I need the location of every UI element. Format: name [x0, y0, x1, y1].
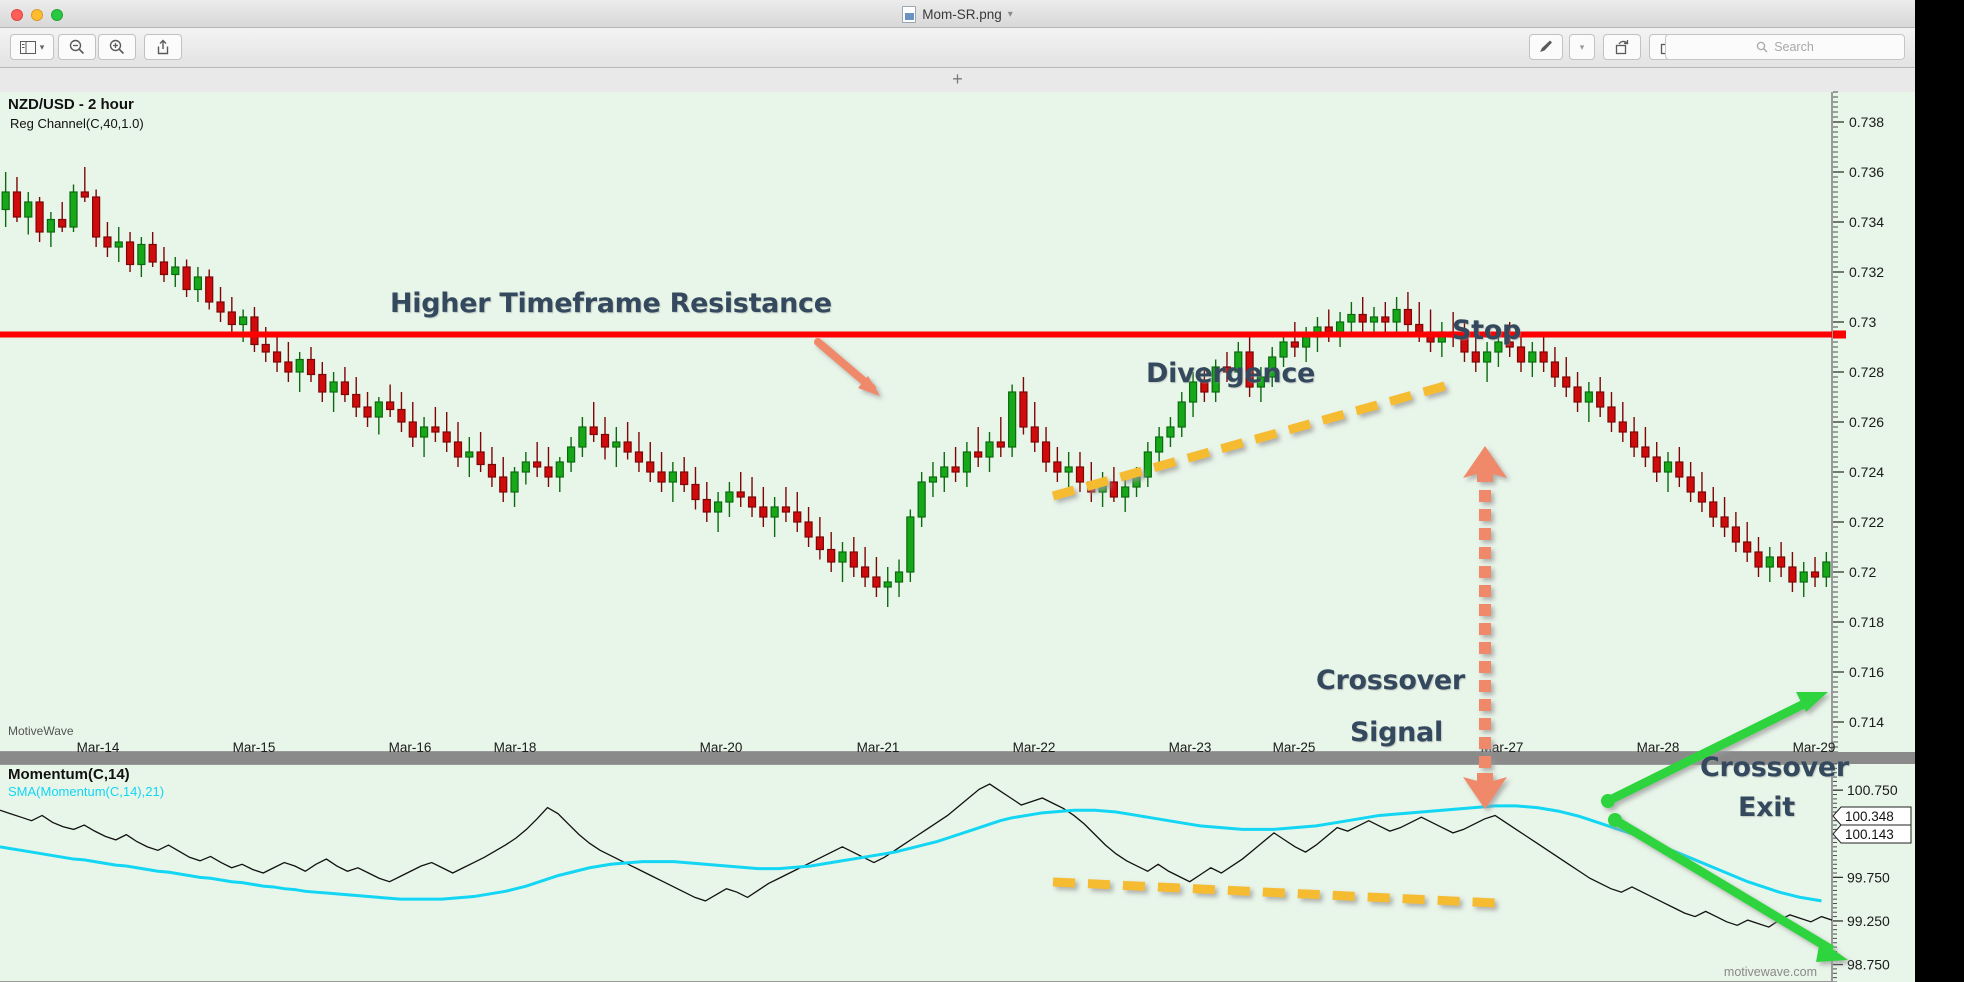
- chevron-down-icon[interactable]: ▾: [40, 42, 45, 53]
- date-tick-label: Mar-28: [1636, 740, 1680, 755]
- svg-text:0.738: 0.738: [1849, 114, 1884, 130]
- markup-menu-button[interactable]: ▾: [1569, 34, 1595, 60]
- date-tick-label: Mar-20: [699, 740, 743, 755]
- window-titlebar: Mom-SR.png ▾: [0, 0, 1915, 28]
- svg-text:0.724: 0.724: [1849, 464, 1884, 480]
- chevron-down-icon[interactable]: ▾: [1580, 42, 1585, 53]
- svg-text:0.716: 0.716: [1849, 664, 1884, 680]
- share-button[interactable]: [144, 34, 182, 60]
- price-chart-svg: [0, 167, 1832, 607]
- svg-text:0.718: 0.718: [1849, 614, 1884, 630]
- svg-text:98.750: 98.750: [1847, 957, 1890, 973]
- svg-text:100.143: 100.143: [1845, 827, 1894, 842]
- annotation-crossover-signal-line1: Crossover: [1316, 665, 1465, 696]
- annotation-higher-timeframe-resistance: Higher Timeframe Resistance: [390, 288, 832, 319]
- svg-text:99.250: 99.250: [1847, 913, 1890, 929]
- momentum-chart-svg: [0, 783, 1833, 928]
- svg-text:100.348: 100.348: [1845, 809, 1894, 824]
- date-tick-label: Mar-18: [493, 740, 537, 755]
- chevron-down-icon[interactable]: ▾: [1008, 9, 1013, 20]
- svg-text:0.734: 0.734: [1849, 214, 1884, 230]
- document-icon: [902, 5, 917, 23]
- add-tab-button[interactable]: +: [0, 68, 1915, 90]
- momentum-panel: Momentum(C,14) SMA(Momentum(C,14),21) mo…: [0, 763, 1915, 982]
- preview-toolbar: ▾ ▾ Search: [0, 28, 1915, 68]
- pen-icon: [1540, 40, 1552, 52]
- momentum-value-badge: 100.348: [1832, 806, 1912, 826]
- svg-text:0.736: 0.736: [1849, 164, 1884, 180]
- markup-button[interactable]: [1529, 34, 1563, 60]
- annotation-stop: Stop: [1452, 315, 1522, 346]
- price-axis-ticks: 0.738 0.736 0.734 0.732 0.73 0.728 0.726 0.724 0…: [1833, 91, 1884, 753]
- add-tab-label: +: [952, 68, 963, 89]
- svg-text:0.728: 0.728: [1849, 364, 1884, 380]
- momentum-value-badge: 100.143: [1832, 824, 1912, 844]
- share-icon: [157, 39, 169, 55]
- price-axis[interactable]: 0.738 0.736 0.734 0.732 0.73 0.728 0.726 0.724 0…: [1832, 91, 1915, 753]
- search-icon: [1756, 41, 1768, 53]
- annotation-crossover-signal-line2: Signal: [1350, 717, 1443, 748]
- date-tick-label: Mar-25: [1272, 740, 1316, 755]
- svg-text:0.73: 0.73: [1849, 314, 1876, 330]
- rotate-icon: [1615, 40, 1629, 55]
- preview-window: Mom-SR.png ▾ ▾ ▾ Search + NZD/USD - 2 ho…: [0, 0, 1915, 982]
- date-tick-label: Mar-15: [232, 740, 276, 755]
- date-axis-labels: Mar-14 Mar-15 Mar-16 Mar-18 Mar-20 Mar-21 Mar-…: [0, 740, 1836, 782]
- date-tick-label: Mar-23: [1168, 740, 1212, 755]
- search-placeholder-text: Search: [1774, 40, 1814, 54]
- zoom-in-button[interactable]: [98, 34, 136, 60]
- annotation-crossover-exit-line1: Crossover: [1700, 752, 1849, 783]
- document-title-group[interactable]: Mom-SR.png ▾: [0, 0, 1915, 28]
- date-tick-label: Mar-14: [76, 740, 120, 755]
- svg-text:0.732: 0.732: [1849, 264, 1884, 280]
- search-input[interactable]: Search: [1665, 34, 1905, 60]
- svg-text:0.714: 0.714: [1849, 714, 1884, 730]
- zoom-in-icon: [109, 39, 125, 55]
- momentum-axis-ticks: 100.750 99.750 99.250 98.750 100.348 100.143: [1832, 763, 1912, 982]
- image-canvas: NZD/USD - 2 hour Reg Channel(C,40,1.0) M…: [0, 91, 1915, 982]
- sidebar-icon: [19, 40, 36, 54]
- svg-text:0.722: 0.722: [1849, 514, 1884, 530]
- document-title: Mom-SR.png: [922, 6, 1002, 22]
- annotation-divergence: Divergence: [1146, 358, 1316, 389]
- image-letterbox: [1915, 0, 1964, 982]
- svg-text:0.726: 0.726: [1849, 414, 1884, 430]
- price-panel: NZD/USD - 2 hour Reg Channel(C,40,1.0) M…: [0, 91, 1915, 753]
- rotate-button[interactable]: [1603, 34, 1641, 60]
- momentum-axis[interactable]: 100.750 99.750 99.250 98.750 100.348 100.143: [1832, 763, 1915, 982]
- date-tick-label: Mar-22: [1012, 740, 1056, 755]
- annotation-crossover-exit-line2: Exit: [1738, 792, 1795, 823]
- zoom-out-icon: [69, 39, 85, 55]
- zoom-out-button[interactable]: [58, 34, 96, 60]
- date-tick-label: Mar-16: [388, 740, 432, 755]
- panel-divider: [0, 752, 1915, 764]
- svg-text:100.750: 100.750: [1847, 782, 1898, 798]
- svg-text:99.750: 99.750: [1847, 869, 1890, 885]
- date-tick-label: Mar-21: [856, 740, 900, 755]
- sidebar-view-button[interactable]: ▾: [10, 34, 54, 60]
- svg-text:0.72: 0.72: [1849, 564, 1876, 580]
- date-tick-label: Mar-27: [1480, 740, 1524, 755]
